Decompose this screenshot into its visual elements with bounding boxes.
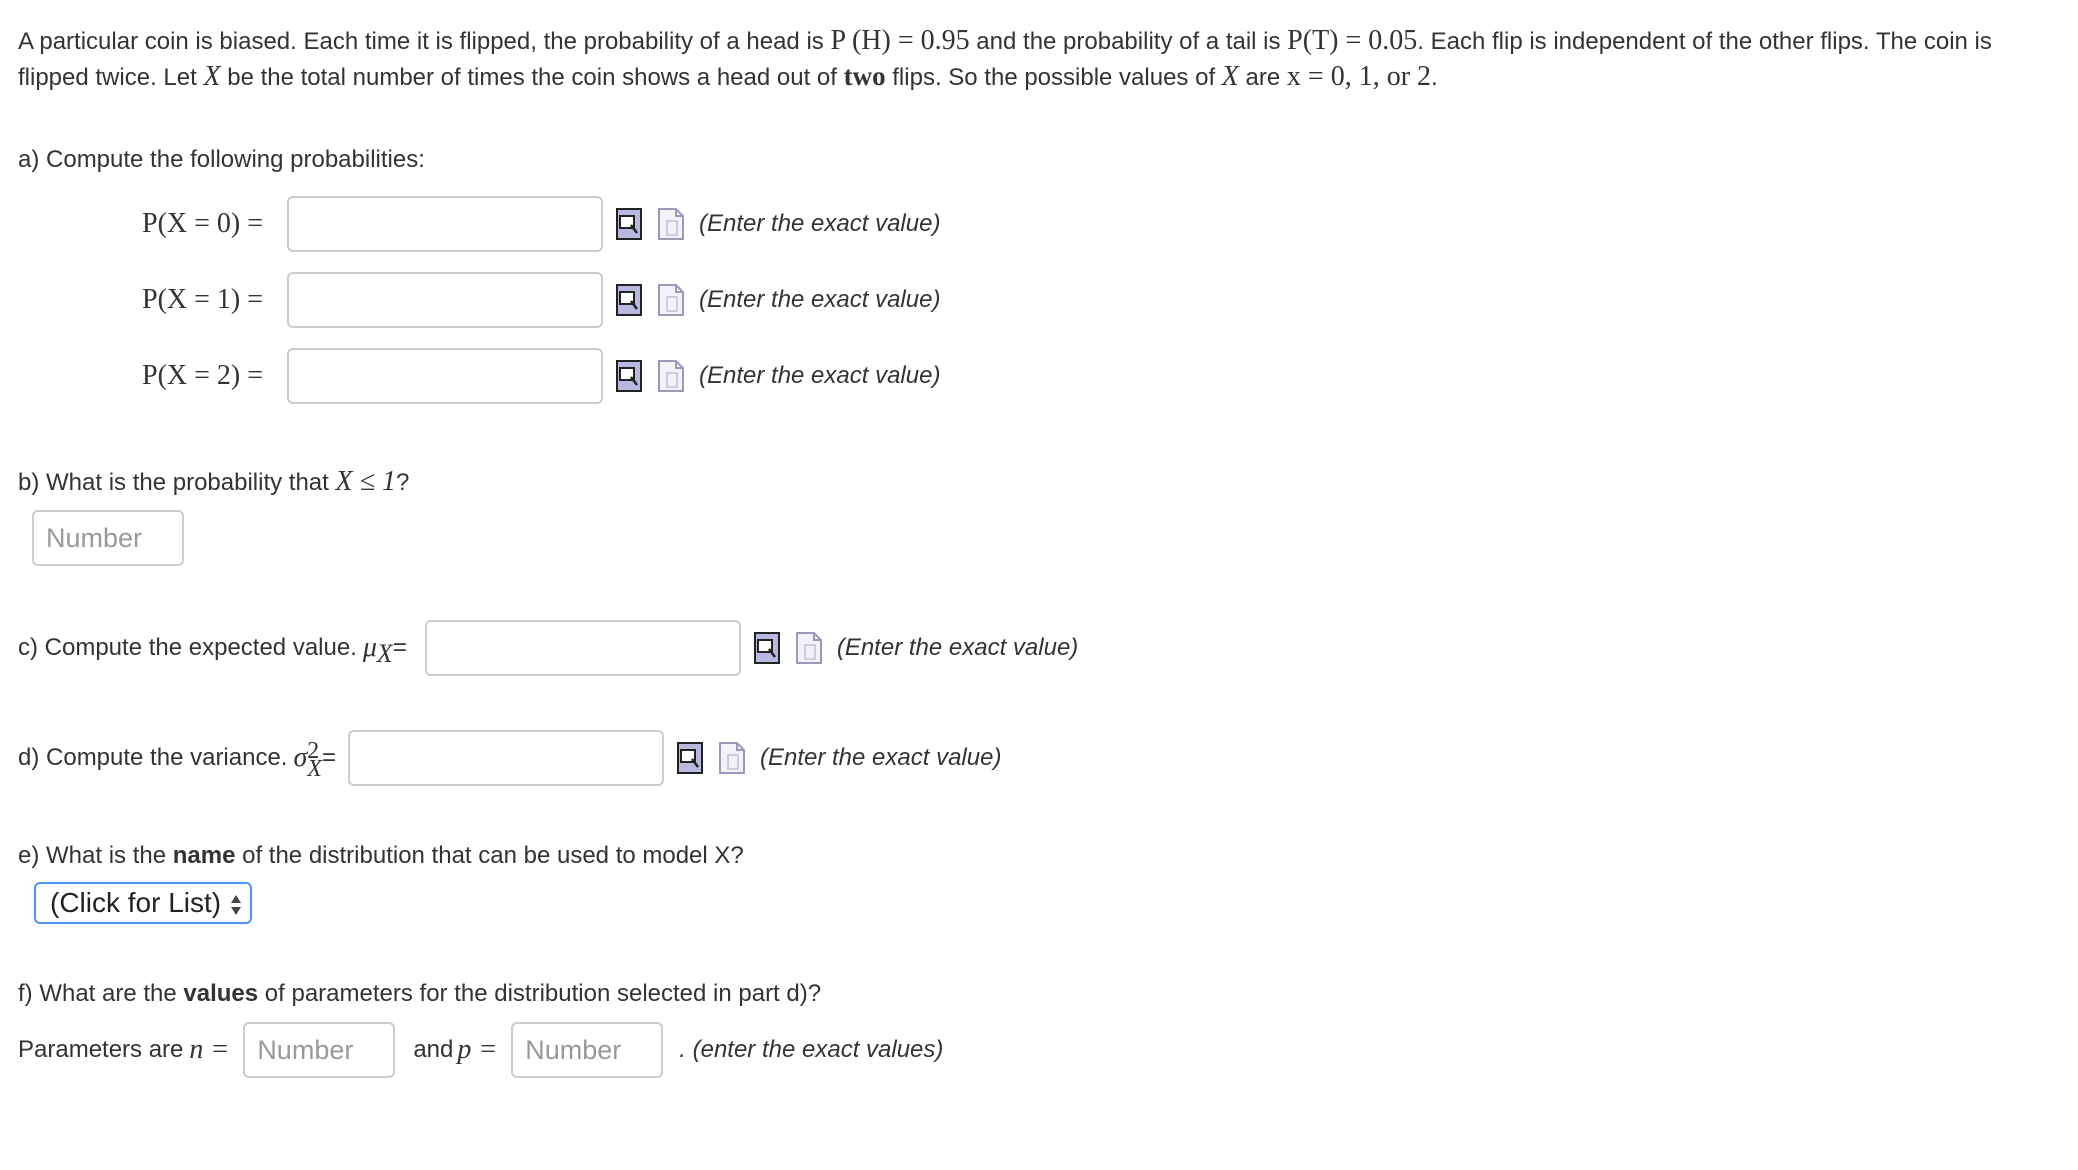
number-input-p[interactable]: Number (511, 1022, 664, 1078)
number-input-n[interactable]: Number (243, 1022, 396, 1078)
paste-icon[interactable] (795, 631, 823, 665)
problem-statement: A particular coin is biased. Each time i… (18, 24, 2058, 95)
part-f-params-row: Parameters are n = Number and p = Number… (18, 1022, 943, 1078)
intro-text-4: be the total number of times the coin sh… (220, 64, 844, 91)
p-label: p = (457, 1034, 498, 1065)
variable-x: X (203, 61, 221, 92)
hint-text: (Enter the exact value) (699, 286, 941, 313)
preview-icon[interactable] (615, 359, 643, 393)
prob-label: P(X = 0) = (142, 208, 264, 239)
n-label: n = (189, 1034, 230, 1065)
part-d-row: d) Compute the variance. σ 2 X = (Enter the… (18, 730, 1001, 786)
hint-text: (Enter the exact value) (836, 634, 1079, 661)
paste-icon[interactable] (718, 741, 746, 775)
answer-input-p1[interactable] (287, 272, 603, 328)
and-label: and (413, 1036, 454, 1063)
intro-text-6: are (1238, 64, 1287, 91)
hint-text: (Enter the exact value) (699, 362, 941, 389)
part-e-question: e) What is the name of the distribution … (18, 842, 744, 870)
sigma-symbol: σ (293, 742, 308, 773)
hint-text: . (enter the exact values) (679, 1036, 944, 1063)
part-a-row-1: P(X = 1) = (Enter the exact value) (142, 272, 940, 328)
answer-input-p0[interactable] (287, 196, 603, 252)
updown-arrows-icon (230, 892, 242, 918)
hint-text: (Enter the exact value) (699, 210, 941, 237)
equals-sign: = (392, 634, 407, 661)
prob-label: P(X = 2) = (142, 360, 264, 391)
intro-text-2: and the probability of a tail is (969, 28, 1288, 55)
part-b-text: b) What is the probability that (18, 469, 336, 496)
preview-icon[interactable] (615, 283, 643, 317)
part-f-bold: values (183, 980, 259, 1007)
part-f-text-2: of parameters for the distribution selec… (258, 980, 822, 1007)
part-e-text-2: of the distribution that can be used to … (235, 842, 744, 869)
part-c-row: c) Compute the expected value. μ X = (Ente… (18, 620, 1078, 676)
preview-icon[interactable] (615, 207, 643, 241)
preview-icon[interactable] (676, 741, 704, 775)
part-f-question: f) What are the values of parameters for… (18, 980, 821, 1008)
number-input-b[interactable]: Number (32, 510, 184, 566)
paste-icon[interactable] (657, 283, 685, 317)
sigma-subscript: X (307, 756, 322, 782)
variable-x-2: X (1221, 61, 1239, 92)
paste-icon[interactable] (657, 359, 685, 393)
part-b-heading: b) What is the probability that X ≤ 1? (18, 466, 409, 498)
sigma-scripts: 2X (307, 739, 322, 782)
mu-subscript: X (376, 639, 393, 668)
hint-text: (Enter the exact value) (759, 744, 1002, 771)
part-b-math: X ≤ 1 (335, 466, 396, 497)
part-a-row-2: P(X = 2) = (Enter the exact value) (142, 348, 940, 404)
preview-icon[interactable] (753, 631, 781, 665)
answer-input-p2[interactable] (287, 348, 603, 404)
mu-symbol: μ (362, 632, 377, 663)
part-b-end: ? (395, 469, 410, 496)
prob-tail-expression: P(T) = 0.05 (1287, 25, 1418, 56)
part-a-heading: a) Compute the following probabilities: (18, 146, 425, 173)
prob-label: P(X = 1) = (142, 284, 264, 315)
intro-text-1: A particular coin is biased. Each time i… (18, 28, 831, 55)
part-a-row-0: P(X = 0) = (Enter the exact value) (142, 196, 940, 252)
intro-text-5: flips. So the possible values of (885, 64, 1222, 91)
paste-icon[interactable] (657, 207, 685, 241)
answer-input-variance[interactable] (347, 730, 664, 786)
part-e-text-1: e) What is the (18, 842, 173, 869)
select-value: (Click for List) (50, 887, 222, 918)
possible-values-expression: x = 0, 1, or 2 (1286, 61, 1432, 92)
part-d-text: d) Compute the variance. (18, 744, 288, 771)
answer-input-mu[interactable] (424, 620, 741, 676)
distribution-select[interactable]: (Click for List) (34, 882, 252, 924)
intro-text-7: . (1431, 64, 1438, 91)
part-e-bold: name (172, 842, 236, 869)
part-f-text-1: f) What are the (18, 980, 184, 1007)
intro-bold-two: two (843, 61, 886, 91)
params-label: Parameters are (18, 1036, 184, 1063)
prob-head-expression: P (H) = 0.95 (830, 25, 970, 56)
part-c-text: c) Compute the expected value. (18, 634, 357, 661)
equals-sign: = (321, 744, 336, 771)
